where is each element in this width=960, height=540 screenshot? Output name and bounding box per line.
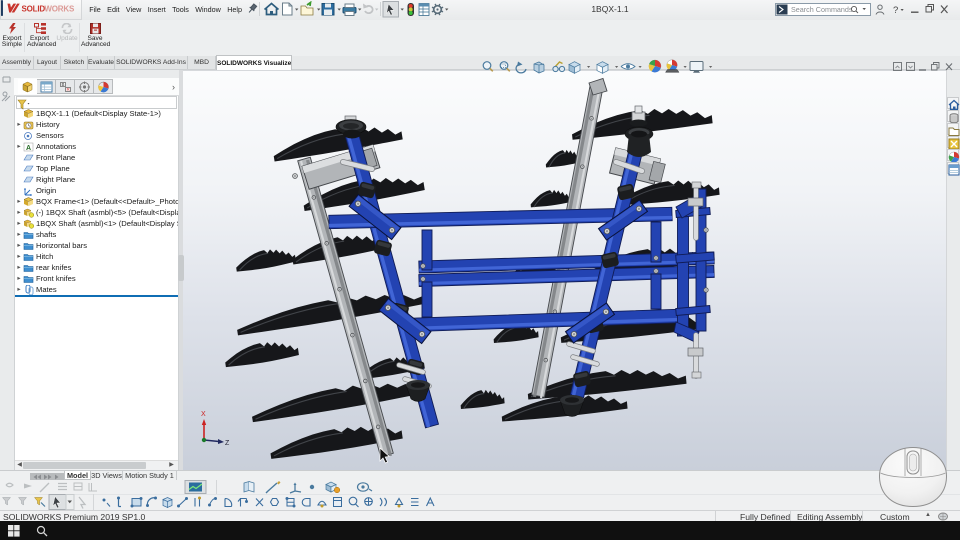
svg-text:WORKS: WORKS	[44, 4, 75, 13]
svg-text:?: ?	[893, 5, 898, 16]
svg-text:Search Commands: Search Commands	[791, 5, 853, 14]
svg-text:X: X	[201, 411, 206, 418]
svg-text:SOLID: SOLID	[21, 4, 45, 13]
svg-text:B: B	[61, 82, 64, 87]
svg-text:Z: Z	[225, 440, 230, 447]
svg-text:A: A	[26, 145, 31, 152]
